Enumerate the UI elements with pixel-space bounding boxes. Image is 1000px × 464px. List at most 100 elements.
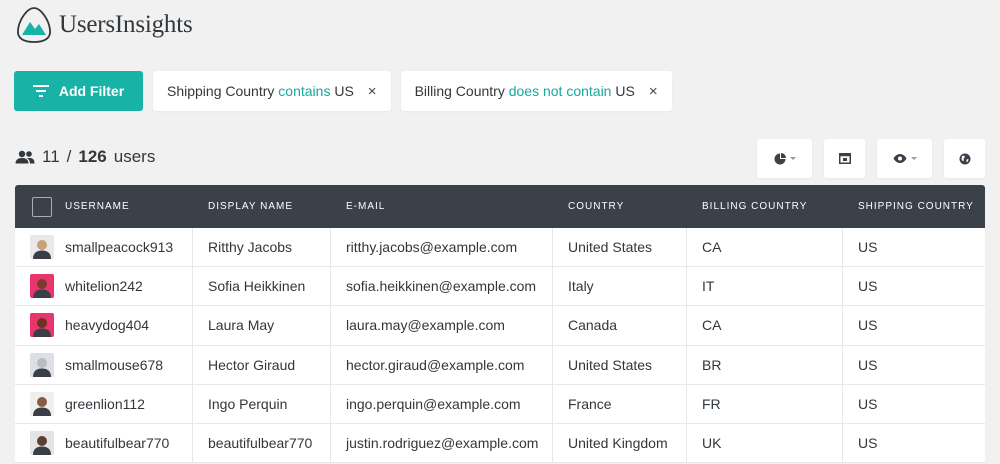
shipping-country: US (858, 395, 878, 412)
add-filter-label: Add Filter (58, 83, 125, 99)
table-row[interactable]: smallmouse678 Hector Giraud hector.girau… (15, 345, 985, 385)
username[interactable]: whitelion242 (65, 278, 143, 294)
cell-billing-country: UK (687, 423, 843, 463)
app-logo[interactable]: UsersInsights (15, 6, 193, 44)
table-row[interactable]: greenlion112 Ingo Perquin ingo.perquin@e… (15, 384, 985, 424)
cell-shipping-country: US (843, 385, 985, 423)
billing-country: FR (702, 395, 721, 412)
email: sofia.heikkinen@example.com (346, 278, 537, 295)
cell-username[interactable]: heavydog404 (15, 306, 193, 345)
user-count: 11 / 126 users (15, 147, 155, 167)
filter-operator: contains (278, 83, 331, 99)
shipping-country: US (858, 239, 878, 256)
add-filter-button[interactable]: Add Filter (14, 71, 143, 111)
table-row[interactable]: heavydog404 Laura May laura.may@example.… (15, 306, 985, 346)
filter-value: US (334, 83, 354, 99)
user-avatar-icon (33, 357, 51, 377)
email: hector.giraud@example.com (346, 356, 525, 373)
column-billing-country[interactable]: Billing Country (687, 185, 843, 228)
chevron-down-icon (910, 157, 917, 160)
count-separator: / (66, 147, 72, 166)
filter-chip-shipping[interactable]: Shipping Country contains US × (153, 71, 391, 111)
display-name: Laura May (208, 317, 275, 334)
globe-icon (959, 153, 970, 164)
table-row[interactable]: whitelion242 Sofia Heikkinen sofia.heikk… (15, 267, 985, 307)
avatar[interactable] (30, 274, 54, 299)
email: justin.rodriguez@example.com (346, 435, 539, 452)
table-row[interactable]: beautifulbear770 beautifulbear770 justin… (15, 423, 985, 464)
layout-icon (838, 153, 851, 164)
country: Canada (568, 317, 618, 334)
username[interactable]: smallmouse678 (65, 357, 163, 373)
user-avatar-icon (33, 240, 51, 260)
username[interactable]: beautifulbear770 (65, 435, 169, 451)
segments-button[interactable] (757, 139, 812, 178)
cell-username[interactable]: smallmouse678 (15, 345, 193, 384)
table-header: Username Display Name E-mail Country Bil… (15, 185, 985, 228)
eye-icon (893, 154, 906, 163)
cell-shipping-country: US (843, 306, 985, 344)
cell-username[interactable]: whitelion242 (15, 267, 193, 306)
cell-username[interactable]: beautifulbear770 (15, 423, 193, 463)
filter-icon (32, 85, 49, 97)
brand-name: UsersInsights (59, 11, 193, 38)
username[interactable]: heavydog404 (65, 317, 149, 333)
users-icon (15, 150, 35, 164)
close-icon[interactable]: × (368, 83, 377, 100)
email: laura.may@example.com (346, 317, 505, 334)
cell-billing-country: IT (687, 267, 843, 306)
cell-country: France (553, 384, 687, 423)
total-count: 126 (78, 147, 107, 166)
column-label: Display Name (208, 201, 293, 212)
avatar[interactable] (30, 352, 54, 377)
cell-email: justin.rodriguez@example.com (331, 423, 553, 463)
table-row[interactable]: smallpeacock913 Ritthy Jacobs ritthy.jac… (15, 228, 985, 268)
user-avatar-icon (33, 279, 51, 299)
cell-email: ingo.perquin@example.com (331, 384, 553, 423)
cell-display-name: Ritthy Jacobs (193, 228, 331, 267)
cell-display-name: Sofia Heikkinen (193, 267, 331, 306)
cell-username[interactable]: smallpeacock913 (15, 228, 193, 267)
avatar[interactable] (30, 391, 54, 416)
layout-button[interactable] (824, 139, 865, 178)
avatar[interactable] (30, 431, 54, 456)
username[interactable]: smallpeacock913 (65, 239, 173, 255)
column-shipping-country[interactable]: Shipping Country (843, 185, 985, 228)
country: United Kingdom (568, 435, 668, 452)
cell-billing-country: CA (687, 228, 843, 267)
cell-shipping-country: US (843, 346, 985, 384)
cell-display-name: Laura May (193, 306, 331, 345)
billing-country: CA (702, 317, 722, 334)
column-display-name[interactable]: Display Name (193, 185, 331, 228)
cell-country: United States (553, 228, 687, 267)
avatar[interactable] (30, 235, 54, 260)
username[interactable]: greenlion112 (65, 396, 145, 412)
shipping-country: US (858, 278, 878, 295)
column-country[interactable]: Country (553, 185, 687, 228)
column-label: Shipping Country (858, 201, 974, 212)
cell-billing-country: FR (687, 384, 843, 423)
email: ritthy.jacobs@example.com (346, 239, 518, 256)
column-label: Username (65, 201, 130, 212)
filter-field: Billing Country (414, 83, 505, 99)
visibility-button[interactable] (877, 139, 932, 178)
cell-country: Canada (553, 306, 687, 345)
display-name: beautifulbear770 (208, 435, 313, 452)
shown-count: 11 (42, 147, 60, 166)
filter-chip-billing[interactable]: Billing Country does not contain US × (400, 71, 672, 111)
display-name: Ritthy Jacobs (208, 239, 293, 256)
cell-shipping-country: US (843, 228, 985, 266)
billing-country: BR (702, 356, 722, 373)
column-label: Billing Country (702, 201, 808, 212)
cell-username[interactable]: greenlion112 (15, 384, 193, 423)
close-icon[interactable]: × (649, 83, 658, 100)
cell-country: United States (553, 345, 687, 384)
cell-email: ritthy.jacobs@example.com (331, 228, 553, 267)
user-avatar-icon (33, 396, 51, 416)
cell-billing-country: CA (687, 306, 843, 345)
avatar[interactable] (30, 313, 54, 338)
column-email[interactable]: E-mail (331, 185, 553, 228)
map-button[interactable] (944, 139, 985, 178)
select-all-checkbox[interactable] (32, 196, 52, 217)
column-username[interactable]: Username (15, 185, 193, 228)
